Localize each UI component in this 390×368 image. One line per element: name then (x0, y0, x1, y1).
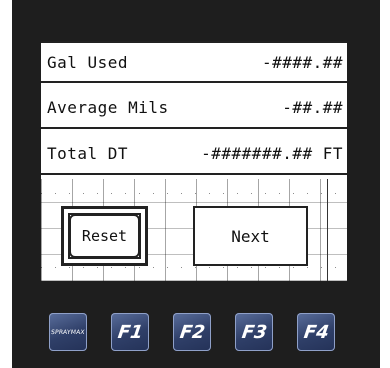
average-mils-row: Average Mils -##.## (41, 87, 347, 129)
grid-divider (327, 179, 328, 281)
gal-used-row: Gal Used -####.## (41, 41, 347, 83)
f4-key-label: F4 (302, 321, 330, 343)
f2-key[interactable]: F2 (173, 313, 211, 351)
f1-key-label: F1 (116, 321, 144, 343)
f4-key[interactable]: F4 (297, 313, 335, 351)
reset-button-label: Reset (81, 227, 128, 245)
f1-key[interactable]: F1 (111, 313, 149, 351)
total-dt-row: Total DT -#######.## FT (41, 133, 347, 175)
next-button[interactable]: Next (193, 206, 308, 266)
next-button-label: Next (231, 226, 270, 246)
logo-key[interactable]: SPRAYMAX (49, 313, 87, 351)
f2-key-label: F2 (178, 321, 206, 343)
grid-dots (41, 193, 347, 194)
total-dt-value: -#######.## FT (201, 143, 343, 163)
gal-used-label: Gal Used (47, 52, 129, 72)
display-screen: Gal Used -####.## Average Mils -##.## To… (41, 41, 347, 281)
reset-button[interactable]: Reset (61, 206, 148, 266)
average-mils-label: Average Mils (47, 97, 169, 117)
grid-dots (41, 267, 347, 268)
average-mils-value: -##.## (282, 97, 343, 117)
reset-button-face[interactable]: Reset (69, 214, 140, 258)
f3-key-label: F3 (240, 321, 268, 343)
f3-key[interactable]: F3 (235, 313, 273, 351)
gal-used-value: -####.## (261, 52, 343, 72)
total-dt-label: Total DT (47, 143, 129, 163)
logo-key-label: SPRAYMAX (50, 328, 86, 336)
